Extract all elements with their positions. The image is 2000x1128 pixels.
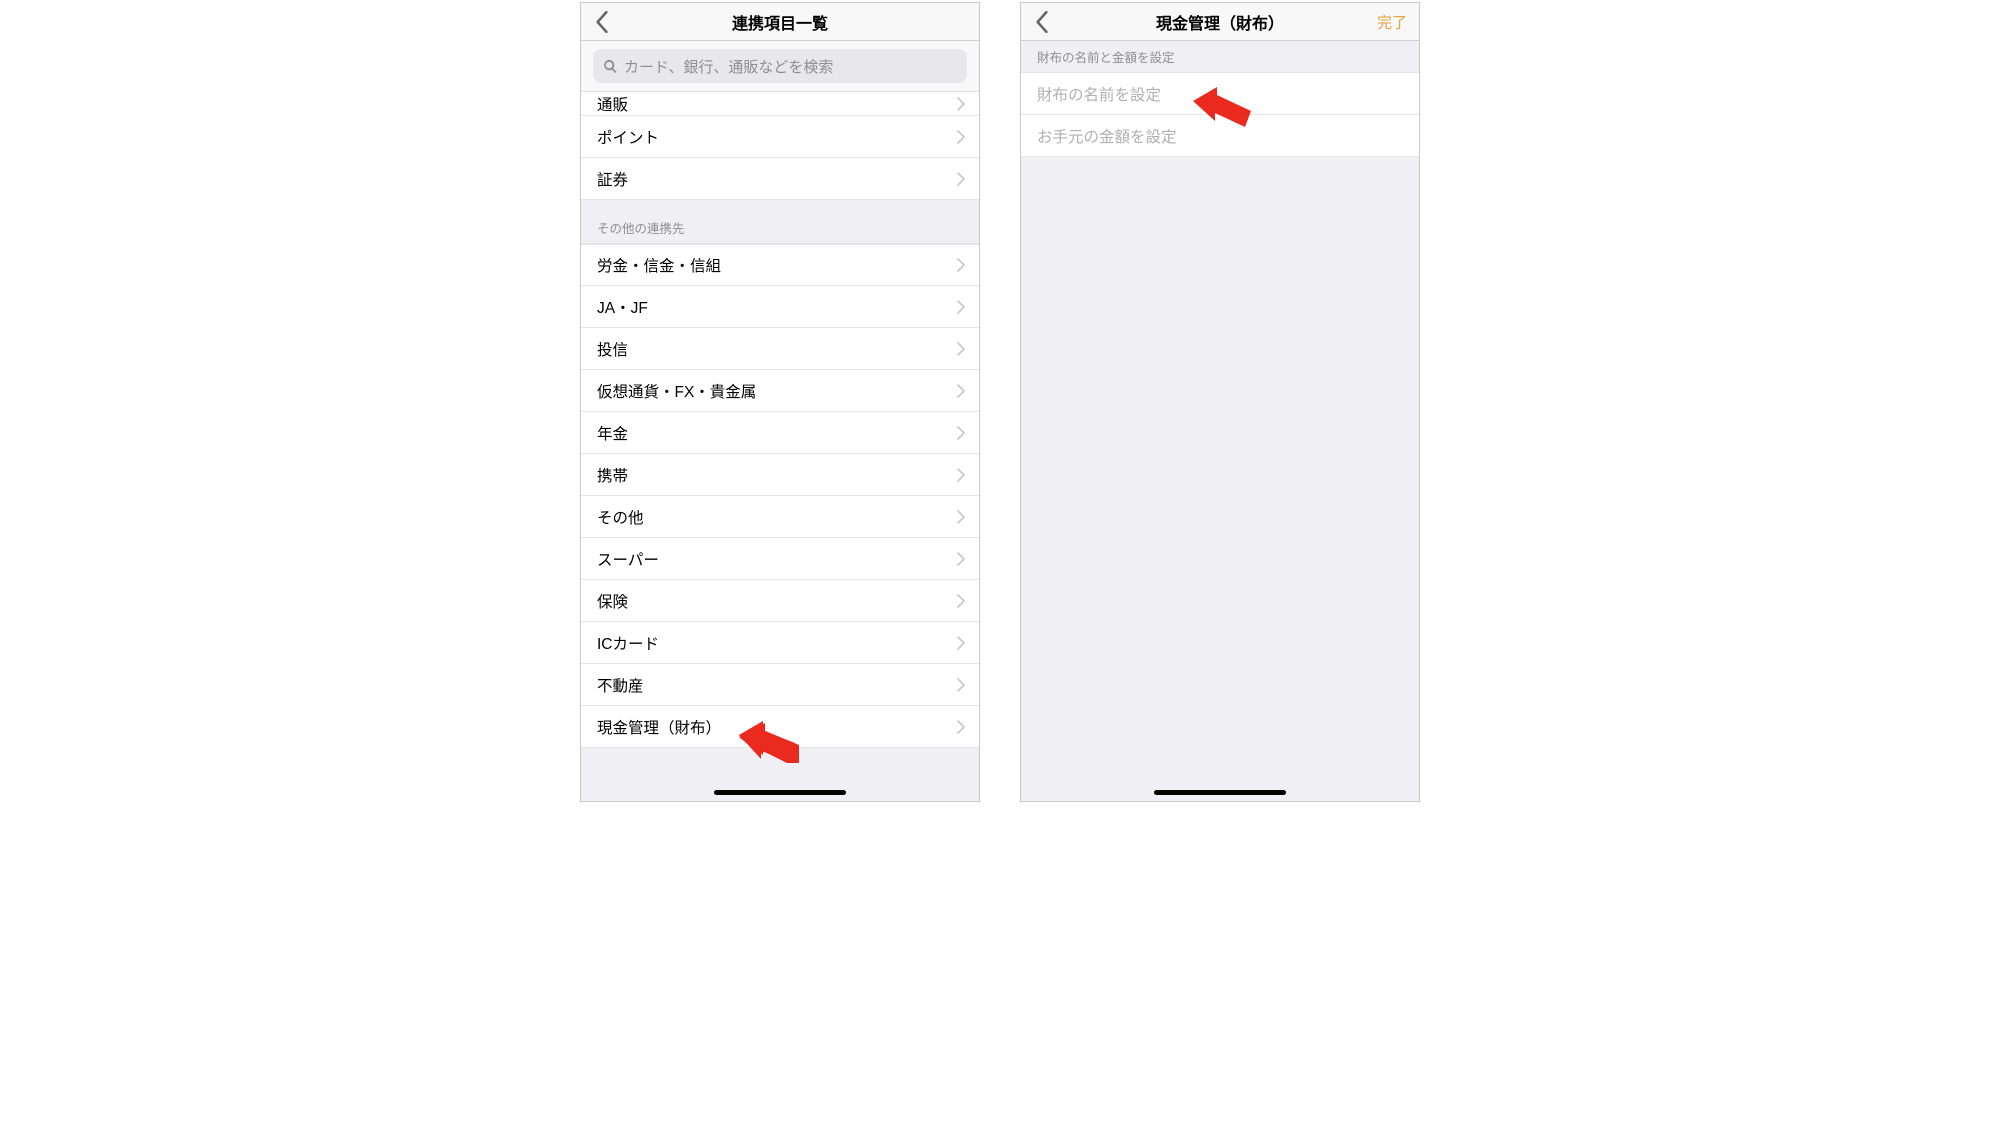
chevron-right-icon [957,594,965,608]
search-placeholder: カード、銀行、通販などを検索 [624,56,833,77]
list-item-label: その他 [597,506,644,528]
done-button[interactable]: 完了 [1377,11,1407,32]
wallet-amount-placeholder: お手元の金額を設定 [1037,125,1177,147]
list-item[interactable]: 不動産 [581,664,979,706]
chevron-right-icon [957,426,965,440]
chevron-right-icon [957,258,965,272]
section-header-wallet: 財布の名前と金額を設定 [1021,41,1419,73]
list-item[interactable]: ICカード [581,622,979,664]
wallet-name-input[interactable]: 財布の名前を設定 [1021,73,1419,115]
list-item-label: 労金・信金・信組 [597,254,721,276]
home-indicator[interactable] [714,790,846,795]
list-item-label: JA・JF [597,296,648,318]
list-item-label: 投信 [597,338,628,360]
back-button[interactable] [1027,7,1057,37]
wallet-amount-input[interactable]: お手元の金額を設定 [1021,115,1419,157]
home-indicator[interactable] [1154,790,1286,795]
list-item[interactable]: 証券 [581,158,979,200]
chevron-right-icon [957,468,965,482]
back-button[interactable] [587,7,617,37]
chevron-right-icon [957,720,965,734]
list-item[interactable]: その他 [581,496,979,538]
list-item[interactable]: 仮想通貨・FX・貴金属 [581,370,979,412]
list-item-label: 現金管理（財布） [597,716,721,738]
chevron-right-icon [957,342,965,356]
list-item-label: 仮想通貨・FX・貴金属 [597,380,756,402]
list-item[interactable]: 労金・信金・信組 [581,244,979,286]
list-item-cash-wallet[interactable]: 現金管理（財布） [581,706,979,748]
chevron-right-icon [957,300,965,314]
chevron-left-icon [1035,11,1049,33]
list-item[interactable]: 保険 [581,580,979,622]
left-phone-frame: 連携項目一覧 カード、銀行、通販などを検索 通販 ポイント 証券 その他の連携先 [580,2,980,802]
search-input[interactable]: カード、銀行、通販などを検索 [593,49,967,83]
list-item[interactable]: 投信 [581,328,979,370]
left-content: 通販 ポイント 証券 その他の連携先 労金・信金・信組 JA・JF [581,92,979,801]
list-item-label: 通販 [597,93,628,115]
chevron-right-icon [957,552,965,566]
wallet-name-placeholder: 財布の名前を設定 [1037,83,1161,105]
list-item-label: ICカード [597,632,659,654]
navbar-right: 現金管理（財布） 完了 [1021,3,1419,41]
list-item-label: 証券 [597,168,628,190]
page-title: 連携項目一覧 [732,10,828,34]
list-item[interactable]: 通販 [581,92,979,116]
chevron-right-icon [957,172,965,186]
list-item-label: スーパー [597,548,659,570]
top-list: 通販 ポイント 証券 [581,92,979,200]
search-icon [603,59,618,74]
list-item[interactable]: ポイント [581,116,979,158]
other-list: 労金・信金・信組 JA・JF 投信 仮想通貨・FX・貴金属 年金 携帯 [581,244,979,748]
list-item-label: 不動産 [597,674,644,696]
list-item-label: 携帯 [597,464,628,486]
navbar-left: 連携項目一覧 [581,3,979,41]
list-item-label: ポイント [597,126,659,148]
list-item[interactable]: スーパー [581,538,979,580]
page-title: 現金管理（財布） [1156,10,1284,34]
chevron-right-icon [957,510,965,524]
list-item[interactable]: JA・JF [581,286,979,328]
chevron-right-icon [957,636,965,650]
chevron-right-icon [957,678,965,692]
list-item-label: 年金 [597,422,628,444]
searchbar-container: カード、銀行、通販などを検索 [581,41,979,92]
right-phone-frame: 現金管理（財布） 完了 財布の名前と金額を設定 財布の名前を設定 お手元の金額を… [1020,2,1420,802]
right-content: 財布の名前と金額を設定 財布の名前を設定 お手元の金額を設定 [1021,41,1419,801]
list-item[interactable]: 携帯 [581,454,979,496]
chevron-left-icon [595,11,609,33]
section-header-other: その他の連携先 [581,200,979,244]
chevron-right-icon [957,384,965,398]
list-item[interactable]: 年金 [581,412,979,454]
chevron-right-icon [957,97,965,111]
chevron-right-icon [957,130,965,144]
list-item-label: 保険 [597,590,628,612]
